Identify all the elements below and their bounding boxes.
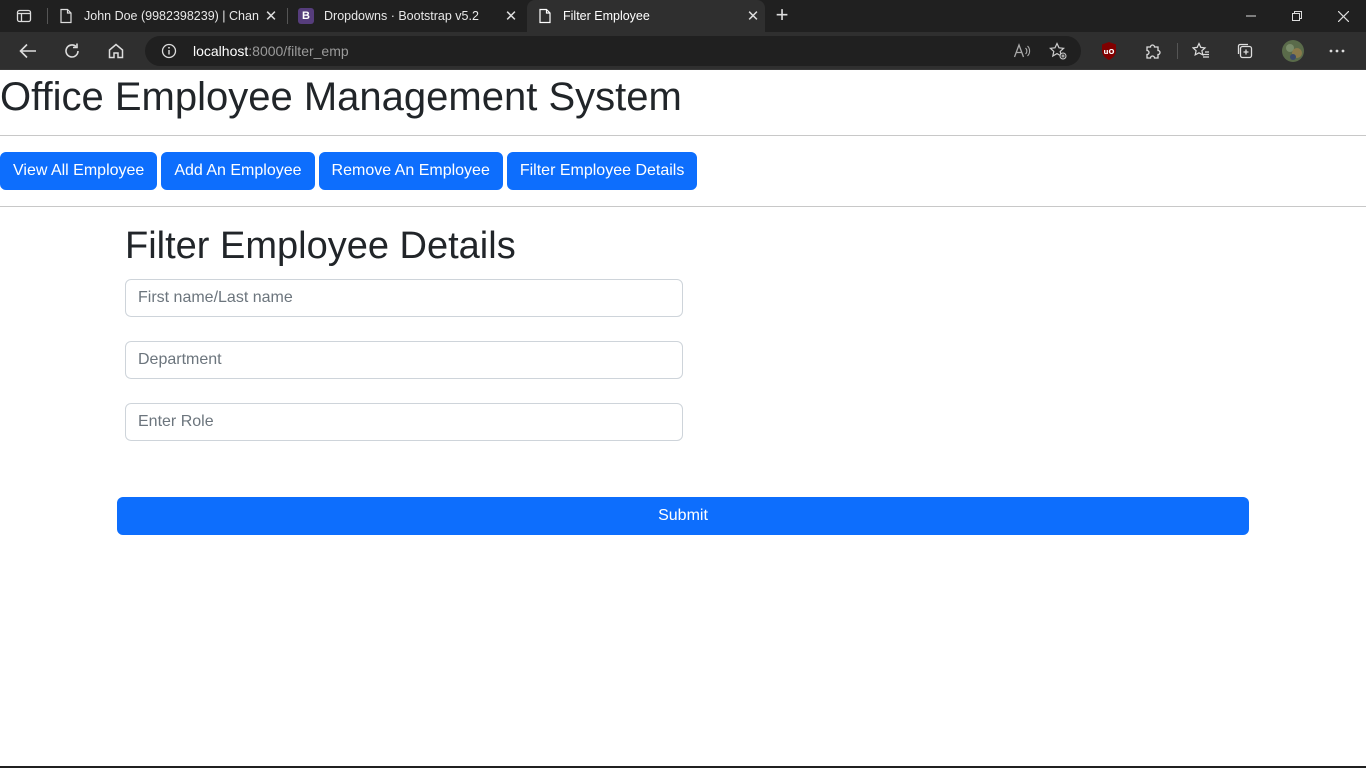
back-icon[interactable]: [16, 39, 40, 63]
remove-employee-button[interactable]: Remove An Employee: [318, 152, 503, 190]
filter-employee-details-button[interactable]: Filter Employee Details: [506, 152, 698, 190]
close-icon[interactable]: ✕: [741, 7, 765, 25]
add-employee-button[interactable]: Add An Employee: [161, 152, 315, 190]
url-host: localhost: [193, 43, 249, 59]
divider: [0, 206, 1366, 207]
divider: [0, 135, 1366, 136]
tab-actions-icon[interactable]: [10, 6, 38, 26]
role-input[interactable]: [125, 403, 683, 441]
more-options-icon[interactable]: [1327, 41, 1347, 61]
section-title: Filter Employee Details: [125, 225, 516, 267]
toolbar-separator: [1177, 43, 1178, 59]
profile-avatar[interactable]: [1281, 39, 1305, 63]
refresh-icon[interactable]: [60, 39, 84, 63]
tab-filter-employee[interactable]: Filter Employee ✕: [527, 0, 765, 32]
svg-text:uO: uO: [1104, 48, 1115, 56]
tab-label: Filter Employee: [563, 9, 650, 23]
info-icon[interactable]: [161, 43, 177, 64]
read-aloud-icon[interactable]: [1013, 42, 1031, 60]
browser-toolbar: localhost:8000/filter_emp uO: [0, 32, 1366, 70]
extensions-icon[interactable]: [1143, 41, 1163, 61]
tab-label: John Doe (9982398239) | Change: [84, 9, 259, 23]
restore-icon[interactable]: [1274, 0, 1320, 32]
page-icon: [537, 8, 553, 24]
submit-button[interactable]: Submit: [117, 497, 1249, 535]
add-favorite-icon[interactable]: [1049, 42, 1067, 60]
new-tab-icon[interactable]: +: [770, 4, 794, 28]
page-content: Office Employee Management System View A…: [0, 71, 1366, 768]
tab-bootstrap-dropdowns[interactable]: B Dropdowns · Bootstrap v5.2 ✕: [288, 0, 523, 32]
page-title: Office Employee Management System: [0, 75, 682, 119]
favorites-icon[interactable]: [1191, 41, 1211, 61]
url-text: localhost:8000/filter_emp: [193, 43, 349, 59]
ublock-icon[interactable]: uO: [1099, 41, 1119, 61]
name-input[interactable]: [125, 279, 683, 317]
close-icon[interactable]: ✕: [259, 7, 283, 25]
tab-john-doe[interactable]: John Doe (9982398239) | Change ✕: [48, 0, 283, 32]
bootstrap-icon: B: [298, 8, 314, 24]
view-all-employee-button[interactable]: View All Employee: [0, 152, 158, 190]
close-window-icon[interactable]: [1320, 0, 1366, 32]
tab-label: Dropdowns · Bootstrap v5.2: [324, 9, 479, 23]
browser-tab-bar: John Doe (9982398239) | Change ✕ B Dropd…: [0, 0, 1366, 32]
minimize-icon[interactable]: [1228, 0, 1274, 32]
home-icon[interactable]: [104, 39, 128, 63]
page-icon: [58, 8, 74, 24]
department-input[interactable]: [125, 341, 683, 379]
collections-icon[interactable]: [1235, 41, 1255, 61]
address-bar[interactable]: localhost:8000/filter_emp: [145, 36, 1081, 66]
close-icon[interactable]: ✕: [499, 7, 523, 25]
nav-buttons: View All Employee Add An Employee Remove…: [0, 152, 701, 190]
url-path: :8000/filter_emp: [248, 43, 349, 59]
